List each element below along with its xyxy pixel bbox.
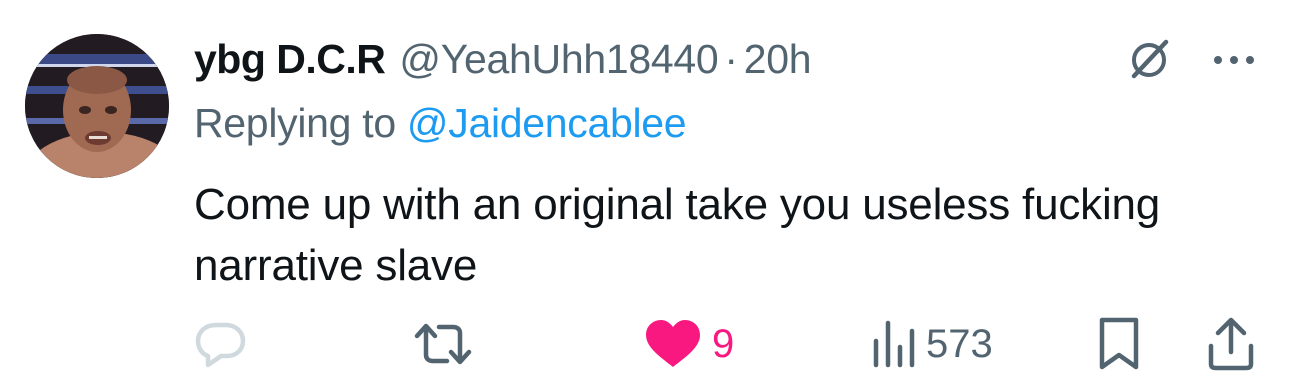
- more-dots-icon[interactable]: [1196, 40, 1260, 80]
- display-name[interactable]: ybg D.C.R: [194, 36, 386, 83]
- reply-button[interactable]: [194, 314, 248, 374]
- reply-icon: [195, 322, 246, 368]
- timestamp[interactable]: 20h: [744, 36, 812, 83]
- action-bar: 9 573: [0, 314, 1290, 374]
- grok-icon[interactable]: [1126, 36, 1172, 82]
- retweet-button[interactable]: [412, 314, 474, 374]
- avatar[interactable]: [25, 34, 169, 178]
- bookmark-button[interactable]: [1096, 314, 1142, 374]
- views-count: 573: [926, 321, 993, 366]
- tweet-text: Come up with an original take you useles…: [194, 180, 1161, 290]
- retweet-icon: [414, 323, 472, 365]
- like-button[interactable]: 9: [642, 314, 734, 374]
- replying-to-line: Replying to @Jaidencablee: [194, 100, 687, 147]
- tweet-header: ybg D.C.R @YeahUhh18440 · 20h: [194, 36, 812, 84]
- bookmark-icon: [1099, 317, 1139, 370]
- replying-to-handle[interactable]: @Jaidencablee: [407, 100, 687, 146]
- avatar-image: [25, 34, 169, 178]
- tweet[interactable]: ybg D.C.R @YeahUhh18440 · 20h Replying t…: [0, 0, 1290, 382]
- views-button[interactable]: 573: [870, 314, 993, 374]
- user-handle[interactable]: @YeahUhh18440: [399, 36, 718, 83]
- views-bar-chart-icon: [873, 320, 915, 368]
- share-icon: [1208, 317, 1254, 371]
- separator-dot: ·: [724, 36, 738, 82]
- heart-filled-icon: [646, 320, 700, 367]
- share-button[interactable]: [1206, 314, 1256, 374]
- replying-to-label: Replying to: [194, 100, 407, 146]
- like-count: 9: [712, 321, 735, 366]
